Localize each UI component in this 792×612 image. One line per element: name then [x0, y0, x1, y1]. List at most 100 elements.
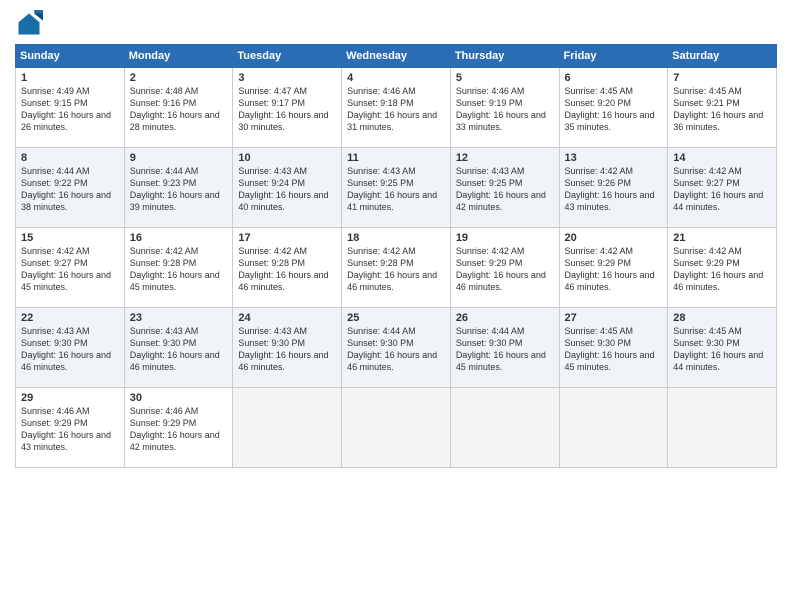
calendar-cell: 12Sunrise: 4:43 AMSunset: 9:25 PMDayligh…	[450, 148, 559, 228]
day-number: 12	[456, 152, 554, 164]
day-number: 15	[21, 232, 119, 244]
day-number: 29	[21, 392, 119, 404]
day-info: Sunrise: 4:48 AMSunset: 9:16 PMDaylight:…	[130, 85, 228, 134]
calendar-cell: 6Sunrise: 4:45 AMSunset: 9:20 PMDaylight…	[559, 68, 668, 148]
day-number: 26	[456, 312, 554, 324]
day-number: 25	[347, 312, 445, 324]
calendar-cell: 24Sunrise: 4:43 AMSunset: 9:30 PMDayligh…	[233, 308, 342, 388]
day-info: Sunrise: 4:46 AMSunset: 9:18 PMDaylight:…	[347, 85, 445, 134]
day-info: Sunrise: 4:46 AMSunset: 9:29 PMDaylight:…	[21, 405, 119, 454]
day-info: Sunrise: 4:44 AMSunset: 9:22 PMDaylight:…	[21, 165, 119, 214]
day-number: 17	[238, 232, 336, 244]
calendar-cell: 27Sunrise: 4:45 AMSunset: 9:30 PMDayligh…	[559, 308, 668, 388]
calendar-week-2: 8Sunrise: 4:44 AMSunset: 9:22 PMDaylight…	[16, 148, 777, 228]
day-info: Sunrise: 4:42 AMSunset: 9:29 PMDaylight:…	[673, 245, 771, 294]
day-info: Sunrise: 4:46 AMSunset: 9:29 PMDaylight:…	[130, 405, 228, 454]
calendar-cell: 14Sunrise: 4:42 AMSunset: 9:27 PMDayligh…	[668, 148, 777, 228]
day-number: 28	[673, 312, 771, 324]
calendar-header-friday: Friday	[559, 45, 668, 68]
calendar-header-tuesday: Tuesday	[233, 45, 342, 68]
calendar-cell	[233, 388, 342, 468]
calendar-header-thursday: Thursday	[450, 45, 559, 68]
day-number: 8	[21, 152, 119, 164]
calendar-cell: 9Sunrise: 4:44 AMSunset: 9:23 PMDaylight…	[124, 148, 233, 228]
calendar-week-4: 22Sunrise: 4:43 AMSunset: 9:30 PMDayligh…	[16, 308, 777, 388]
calendar-week-1: 1Sunrise: 4:49 AMSunset: 9:15 PMDaylight…	[16, 68, 777, 148]
day-number: 21	[673, 232, 771, 244]
day-info: Sunrise: 4:42 AMSunset: 9:28 PMDaylight:…	[347, 245, 445, 294]
day-number: 3	[238, 72, 336, 84]
day-info: Sunrise: 4:47 AMSunset: 9:17 PMDaylight:…	[238, 85, 336, 134]
day-info: Sunrise: 4:42 AMSunset: 9:27 PMDaylight:…	[673, 165, 771, 214]
calendar-header-wednesday: Wednesday	[342, 45, 451, 68]
header	[15, 10, 777, 38]
day-info: Sunrise: 4:43 AMSunset: 9:25 PMDaylight:…	[456, 165, 554, 214]
day-info: Sunrise: 4:43 AMSunset: 9:30 PMDaylight:…	[130, 325, 228, 374]
calendar-cell: 21Sunrise: 4:42 AMSunset: 9:29 PMDayligh…	[668, 228, 777, 308]
day-number: 2	[130, 72, 228, 84]
calendar-cell: 8Sunrise: 4:44 AMSunset: 9:22 PMDaylight…	[16, 148, 125, 228]
calendar-cell: 15Sunrise: 4:42 AMSunset: 9:27 PMDayligh…	[16, 228, 125, 308]
calendar-cell: 26Sunrise: 4:44 AMSunset: 9:30 PMDayligh…	[450, 308, 559, 388]
calendar-cell: 23Sunrise: 4:43 AMSunset: 9:30 PMDayligh…	[124, 308, 233, 388]
calendar-cell: 25Sunrise: 4:44 AMSunset: 9:30 PMDayligh…	[342, 308, 451, 388]
calendar-header-sunday: Sunday	[16, 45, 125, 68]
day-number: 13	[565, 152, 663, 164]
calendar-cell: 1Sunrise: 4:49 AMSunset: 9:15 PMDaylight…	[16, 68, 125, 148]
day-info: Sunrise: 4:42 AMSunset: 9:26 PMDaylight:…	[565, 165, 663, 214]
day-number: 19	[456, 232, 554, 244]
day-number: 10	[238, 152, 336, 164]
calendar-header-row: SundayMondayTuesdayWednesdayThursdayFrid…	[16, 45, 777, 68]
calendar-cell	[559, 388, 668, 468]
day-number: 16	[130, 232, 228, 244]
calendar-cell: 22Sunrise: 4:43 AMSunset: 9:30 PMDayligh…	[16, 308, 125, 388]
day-number: 20	[565, 232, 663, 244]
calendar-header-saturday: Saturday	[668, 45, 777, 68]
day-number: 18	[347, 232, 445, 244]
day-info: Sunrise: 4:42 AMSunset: 9:28 PMDaylight:…	[130, 245, 228, 294]
day-number: 1	[21, 72, 119, 84]
day-info: Sunrise: 4:44 AMSunset: 9:23 PMDaylight:…	[130, 165, 228, 214]
day-number: 7	[673, 72, 771, 84]
calendar-cell: 30Sunrise: 4:46 AMSunset: 9:29 PMDayligh…	[124, 388, 233, 468]
day-number: 4	[347, 72, 445, 84]
day-info: Sunrise: 4:45 AMSunset: 9:30 PMDaylight:…	[673, 325, 771, 374]
calendar-cell: 28Sunrise: 4:45 AMSunset: 9:30 PMDayligh…	[668, 308, 777, 388]
day-info: Sunrise: 4:43 AMSunset: 9:30 PMDaylight:…	[21, 325, 119, 374]
day-number: 24	[238, 312, 336, 324]
calendar-cell: 17Sunrise: 4:42 AMSunset: 9:28 PMDayligh…	[233, 228, 342, 308]
day-info: Sunrise: 4:42 AMSunset: 9:28 PMDaylight:…	[238, 245, 336, 294]
day-info: Sunrise: 4:44 AMSunset: 9:30 PMDaylight:…	[456, 325, 554, 374]
calendar-cell: 10Sunrise: 4:43 AMSunset: 9:24 PMDayligh…	[233, 148, 342, 228]
calendar-cell: 4Sunrise: 4:46 AMSunset: 9:18 PMDaylight…	[342, 68, 451, 148]
calendar-cell: 16Sunrise: 4:42 AMSunset: 9:28 PMDayligh…	[124, 228, 233, 308]
day-number: 30	[130, 392, 228, 404]
calendar-cell: 7Sunrise: 4:45 AMSunset: 9:21 PMDaylight…	[668, 68, 777, 148]
calendar-cell: 3Sunrise: 4:47 AMSunset: 9:17 PMDaylight…	[233, 68, 342, 148]
calendar-week-5: 29Sunrise: 4:46 AMSunset: 9:29 PMDayligh…	[16, 388, 777, 468]
calendar-week-3: 15Sunrise: 4:42 AMSunset: 9:27 PMDayligh…	[16, 228, 777, 308]
day-info: Sunrise: 4:42 AMSunset: 9:29 PMDaylight:…	[565, 245, 663, 294]
day-info: Sunrise: 4:46 AMSunset: 9:19 PMDaylight:…	[456, 85, 554, 134]
day-number: 27	[565, 312, 663, 324]
calendar-cell: 11Sunrise: 4:43 AMSunset: 9:25 PMDayligh…	[342, 148, 451, 228]
day-number: 22	[21, 312, 119, 324]
day-number: 11	[347, 152, 445, 164]
logo	[15, 10, 47, 38]
day-number: 14	[673, 152, 771, 164]
logo-icon	[15, 10, 43, 38]
calendar-cell: 19Sunrise: 4:42 AMSunset: 9:29 PMDayligh…	[450, 228, 559, 308]
day-info: Sunrise: 4:45 AMSunset: 9:20 PMDaylight:…	[565, 85, 663, 134]
calendar-cell	[668, 388, 777, 468]
day-info: Sunrise: 4:49 AMSunset: 9:15 PMDaylight:…	[21, 85, 119, 134]
calendar-cell: 18Sunrise: 4:42 AMSunset: 9:28 PMDayligh…	[342, 228, 451, 308]
calendar-cell: 20Sunrise: 4:42 AMSunset: 9:29 PMDayligh…	[559, 228, 668, 308]
page-container: SundayMondayTuesdayWednesdayThursdayFrid…	[0, 0, 792, 612]
day-info: Sunrise: 4:43 AMSunset: 9:25 PMDaylight:…	[347, 165, 445, 214]
day-info: Sunrise: 4:45 AMSunset: 9:21 PMDaylight:…	[673, 85, 771, 134]
day-info: Sunrise: 4:43 AMSunset: 9:30 PMDaylight:…	[238, 325, 336, 374]
calendar-cell: 5Sunrise: 4:46 AMSunset: 9:19 PMDaylight…	[450, 68, 559, 148]
day-number: 23	[130, 312, 228, 324]
calendar-cell: 29Sunrise: 4:46 AMSunset: 9:29 PMDayligh…	[16, 388, 125, 468]
calendar-cell	[342, 388, 451, 468]
